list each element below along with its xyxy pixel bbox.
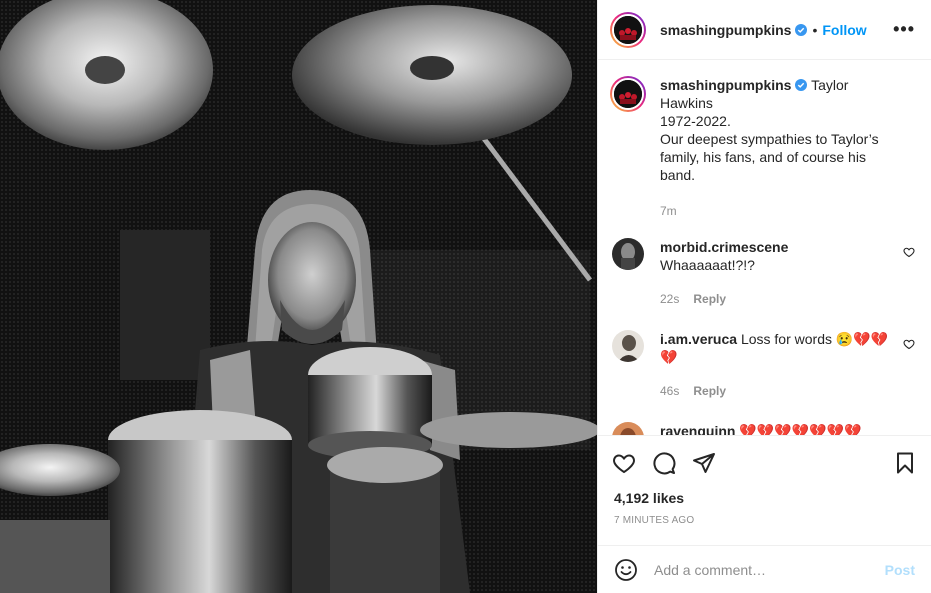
comment-text: 💔💔💔💔💔💔💔 (739, 423, 862, 435)
comment-username[interactable]: ravenquinn (660, 423, 735, 435)
commenter-avatar[interactable] (612, 238, 644, 270)
verified-badge-icon (795, 79, 808, 91)
comment-item: i.am.veruca Loss for words 😢💔💔💔 46s Reply (610, 330, 915, 400)
comment-username[interactable]: i.am.veruca (660, 331, 737, 347)
add-comment-bar: Post (598, 545, 931, 593)
emoji-smiley-icon[interactable] (614, 558, 638, 582)
like-heart-icon[interactable] (612, 451, 636, 475)
like-comment-heart-icon[interactable] (903, 434, 915, 435)
caption-avatar[interactable] (610, 76, 646, 112)
comment-bubble-icon[interactable] (652, 451, 676, 475)
commenter-avatar[interactable] (612, 330, 644, 362)
comment-text: Whaaaaaat!?!? (660, 257, 755, 273)
post-photo[interactable] (0, 0, 597, 593)
post-timestamp[interactable]: 7 MINUTES AGO (598, 515, 931, 545)
share-paper-plane-icon[interactable] (692, 451, 716, 475)
post-actions (598, 435, 931, 489)
comment-item: morbid.crimescene Whaaaaaat!?!? 22s Reply (610, 238, 915, 308)
like-comment-heart-icon[interactable] (903, 246, 915, 258)
comment-item: ravenquinn 💔💔💔💔💔💔💔 (610, 422, 915, 435)
comment-time: 46s (660, 384, 680, 398)
header-username[interactable]: smashingpumpkins (660, 22, 791, 38)
more-options-icon[interactable]: ••• (893, 19, 915, 40)
comment-input[interactable] (654, 561, 885, 578)
caption-username[interactable]: smashingpumpkins (660, 77, 791, 93)
avatar-image (612, 13, 644, 46)
caption-time: 7m (660, 204, 677, 218)
profile-avatar[interactable] (610, 11, 646, 48)
follow-button[interactable]: Follow (822, 22, 866, 38)
post-side-panel: smashingpumpkins • Follow ••• smashingpu… (597, 0, 931, 593)
post-comment-button[interactable]: Post (885, 562, 915, 578)
reply-button[interactable]: Reply (693, 384, 726, 398)
avatar-image (612, 78, 644, 110)
post-header: smashingpumpkins • Follow ••• (598, 0, 931, 60)
likes-count[interactable]: 4,192 likes (598, 489, 931, 515)
caption: smashingpumpkins Taylor Hawkins 1972-202… (610, 76, 915, 220)
comment-time: 22s (660, 292, 680, 306)
comment-username[interactable]: morbid.crimescene (660, 239, 788, 255)
verified-badge-icon (795, 23, 808, 36)
like-comment-heart-icon[interactable] (903, 338, 915, 350)
save-bookmark-icon[interactable] (893, 451, 917, 475)
drummer-photo-image (0, 0, 597, 593)
header-separator: • (812, 21, 818, 38)
commenter-avatar[interactable] (612, 422, 644, 435)
reply-button[interactable]: Reply (693, 292, 726, 306)
comments-list[interactable]: smashingpumpkins Taylor Hawkins 1972-202… (598, 60, 931, 435)
caption-text-body: 1972-2022. Our deepest sympathies to Tay… (660, 113, 879, 183)
